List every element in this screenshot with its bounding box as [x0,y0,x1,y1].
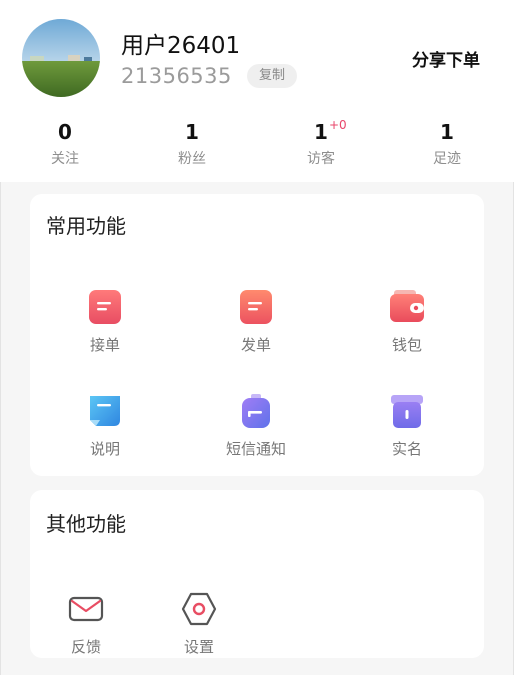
avatar[interactable] [22,19,100,97]
mail-icon [68,596,104,622]
real-name-icon [391,395,423,428]
stat-label: 足迹 [433,151,461,167]
profile-header: 用户26401 21356535 复制 分享下单 [0,0,514,110]
instructions-item[interactable]: 说明 [50,392,160,459]
item-label: 钱包 [391,336,422,354]
stat-value: 1 [440,120,454,144]
section-title: 常用功能 [46,214,126,238]
stat-visitors[interactable]: 1 访客 +0 [281,118,361,168]
instructions-icon [90,396,120,426]
receive-order-icon [89,290,121,324]
section-title: 其他功能 [46,512,126,536]
post-order-item[interactable]: 发单 [201,288,311,355]
common-functions-card: 常用功能 接单 发单 钱包 说明 短信通知 实名 [30,194,484,476]
stats-bar: 0 关注 1 粉丝 1 访客 +0 1 足迹 [0,110,514,182]
sms-notification-item[interactable]: 短信通知 [201,392,311,459]
item-label: 接单 [89,336,120,354]
real-name-item[interactable]: 实名 [352,392,462,459]
item-label: 实名 [391,440,422,458]
stat-value: 0 [58,120,72,144]
stat-label: 粉丝 [178,151,206,167]
other-functions-card: 其他功能 反馈 设置 [30,490,484,658]
sms-notification-icon [242,394,270,428]
stat-fans[interactable]: 1 粉丝 [152,120,232,168]
stat-footprint[interactable]: 1 足迹 [407,120,487,168]
stat-value: 1 [314,120,328,144]
item-label: 发单 [240,336,271,354]
item-label: 设置 [183,638,214,656]
share-order-button[interactable]: 分享下单 [412,46,480,71]
receive-order-item[interactable]: 接单 [50,288,160,355]
stat-following[interactable]: 0 关注 [25,120,105,168]
wallet-item[interactable]: 钱包 [352,288,462,355]
feedback-item[interactable]: 反馈 [31,590,141,657]
settings-item[interactable]: 设置 [144,590,254,657]
visitor-delta-badge: +0 [329,118,347,132]
item-label: 短信通知 [225,440,286,458]
item-label: 说明 [89,440,120,458]
item-label: 反馈 [70,638,101,656]
copy-id-button[interactable]: 复制 [247,64,297,88]
wallet-icon [390,290,424,322]
stat-label: 访客 [307,151,335,167]
username: 用户26401 [121,33,241,59]
user-id: 21356535 [121,64,232,88]
stat-value: 1 [185,120,199,144]
settings-icon [181,592,217,626]
post-order-icon [240,290,272,324]
stat-label: 关注 [51,151,79,167]
